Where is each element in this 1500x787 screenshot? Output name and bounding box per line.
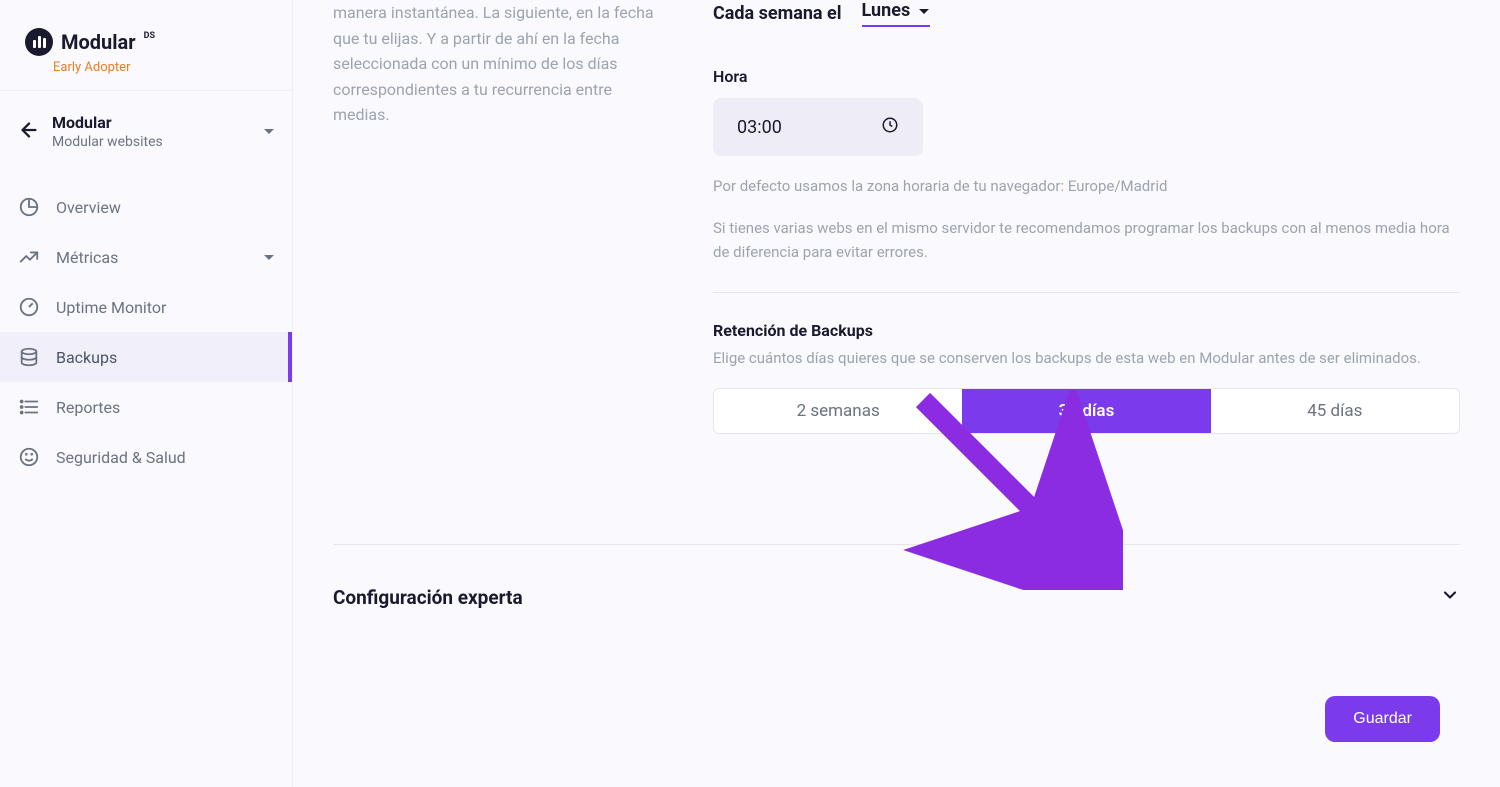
nav-list: Overview Métricas Uptime Monitor Backups: [0, 172, 292, 492]
list-icon: [18, 396, 40, 418]
nav-item-backups[interactable]: Backups: [0, 332, 292, 382]
chevron-down-icon: [264, 255, 274, 260]
nav-label: Overview: [56, 198, 121, 217]
retention-desc: Elige cuántos días quieres que se conser…: [713, 346, 1460, 370]
nav-label: Métricas: [56, 248, 118, 267]
nav-label: Backups: [56, 348, 117, 367]
nav-item-security[interactable]: Seguridad & Salud: [0, 432, 292, 482]
time-value: 03:00: [737, 117, 782, 138]
divider: [713, 292, 1460, 293]
smile-icon: [18, 446, 40, 468]
expert-config-title: Configuración experta: [333, 586, 523, 609]
org-selector[interactable]: Modular Modular websites: [0, 91, 292, 172]
nav-item-uptime[interactable]: Uptime Monitor: [0, 282, 292, 332]
expert-config-toggle[interactable]: Configuración experta: [293, 545, 1500, 649]
retention-option-0[interactable]: 2 semanas: [714, 389, 962, 433]
org-subtitle: Modular websites: [52, 134, 163, 150]
database-icon: [18, 346, 40, 368]
save-button[interactable]: Guardar: [1325, 696, 1440, 742]
org-title: Modular: [52, 113, 163, 132]
logo-icon: [25, 28, 53, 56]
nav-item-reports[interactable]: Reportes: [0, 382, 292, 432]
nav-item-overview[interactable]: Overview: [0, 182, 292, 232]
scheduling-tip: Si tienes varias webs en el mismo servid…: [713, 216, 1460, 264]
description-column: manera instantánea. La siguiente, en la …: [333, 0, 693, 464]
retention-option-1[interactable]: 30 días: [962, 389, 1210, 433]
clock-icon: [881, 116, 899, 138]
chevron-down-icon: [264, 129, 274, 134]
nav-label: Reportes: [56, 398, 120, 417]
metrics-icon: [18, 246, 40, 268]
chevron-down-icon: [918, 1, 930, 20]
sidebar: Modular DS Early Adopter Modular Modular…: [0, 0, 293, 787]
nav-label: Seguridad & Salud: [56, 448, 186, 467]
settings-column: Cada semana el Lunes Hora 03:00 Por defe…: [693, 0, 1460, 464]
day-selector[interactable]: Lunes: [862, 0, 931, 27]
retention-options: 2 semanas 30 días 45 días: [713, 388, 1460, 434]
nav-item-metrics[interactable]: Métricas: [0, 232, 292, 282]
time-input[interactable]: 03:00: [713, 98, 923, 156]
early-adopter-tag: Early Adopter: [53, 60, 267, 75]
retention-title: Retención de Backups: [713, 321, 1460, 340]
chevron-down-icon: [1440, 585, 1460, 609]
back-arrow-icon[interactable]: [18, 119, 40, 145]
gauge-icon: [18, 296, 40, 318]
logo-text: Modular: [61, 30, 136, 54]
retention-option-2[interactable]: 45 días: [1211, 389, 1459, 433]
logo-section: Modular DS Early Adopter: [0, 0, 292, 91]
main-content: manera instantánea. La siguiente, en la …: [293, 0, 1500, 787]
nav-label: Uptime Monitor: [56, 298, 166, 317]
pie-chart-icon: [18, 196, 40, 218]
timezone-info: Por defecto usamos la zona horaria de tu…: [713, 174, 1460, 198]
logo[interactable]: Modular DS: [25, 28, 267, 56]
schedule-label: Cada semana el: [713, 3, 842, 24]
day-value: Lunes: [862, 0, 911, 21]
logo-suffix: DS: [144, 31, 155, 41]
hour-label: Hora: [713, 67, 1460, 86]
description-text: manera instantánea. La siguiente, en la …: [333, 0, 663, 128]
